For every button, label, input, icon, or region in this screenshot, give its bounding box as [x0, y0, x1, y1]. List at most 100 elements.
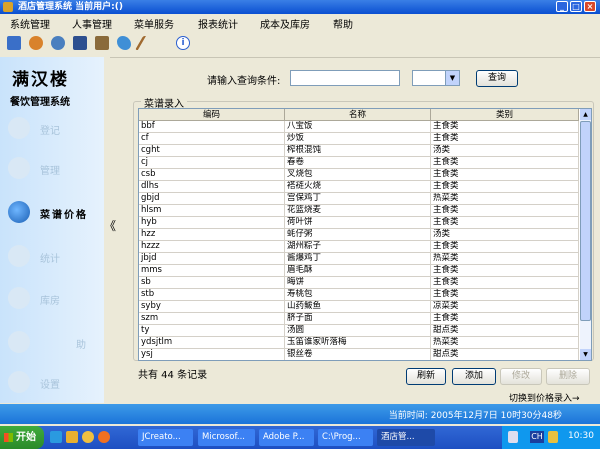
- table-row[interactable]: hzzz 湖州粽子 主食类: [139, 241, 579, 253]
- chevron-down-icon[interactable]: ▼: [445, 71, 459, 85]
- scroll-up-icon[interactable]: ▲: [580, 109, 591, 120]
- settings-icon: [8, 371, 30, 393]
- table-row[interactable]: cght 榨根混饨 汤类: [139, 145, 579, 157]
- table-row[interactable]: hyb 荷叶饼 主食类: [139, 217, 579, 229]
- task-adobe[interactable]: Adobe P...: [259, 429, 314, 446]
- minimize-button[interactable]: _: [556, 1, 568, 12]
- current-time: 当前时间: 2005年12月7日 10时30分48秒: [388, 411, 562, 421]
- edit-button[interactable]: 修改: [500, 368, 542, 385]
- dish-table[interactable]: 编码 名称 类别 bbf 八宝饭 主食类 cf 炒饭 主食类 cght 榨根混饨 汤类 cj 春卷主…: [138, 108, 592, 361]
- task-microsoft[interactable]: Microsof...: [198, 429, 255, 446]
- scroll-down-icon[interactable]: ▼: [580, 349, 591, 360]
- category-cell: 甜点类: [431, 349, 579, 360]
- vertical-scrollbar[interactable]: ▲ ▼: [580, 109, 591, 360]
- category-cell: 热菜类: [431, 253, 579, 264]
- table-row[interactable]: szm 脐子面 主食类: [139, 313, 579, 325]
- book-icon[interactable]: [73, 36, 87, 50]
- sidebar-item-menu-price[interactable]: 菜谱价格: [6, 199, 102, 225]
- warehouse-icon: [8, 287, 30, 309]
- table-row[interactable]: csb 叉烧包 主食类: [139, 169, 579, 181]
- app-icon: [3, 2, 13, 12]
- volume-icon[interactable]: [508, 431, 518, 443]
- category-select[interactable]: ▼: [412, 70, 460, 86]
- task-program-files[interactable]: C:\Prog...: [318, 429, 373, 446]
- cart-icon[interactable]: [95, 36, 109, 50]
- start-button[interactable]: 开始: [0, 426, 44, 449]
- sidebar-item-label: 统计: [40, 254, 60, 265]
- sidebar-item-label: 登记: [40, 126, 60, 137]
- table-row[interactable]: cj 春卷 主食类: [139, 157, 579, 169]
- task-hotel-manager[interactable]: 酒店管...: [377, 429, 435, 446]
- table-row[interactable]: mms 眉毛酥 主食类: [139, 265, 579, 277]
- table-row[interactable]: jbjd 酱爆鸡丁 热菜类: [139, 253, 579, 265]
- sidebar-item-stats[interactable]: 统计: [6, 243, 102, 269]
- sidebar-item-label: 菜谱价格: [40, 210, 88, 221]
- computer-icon[interactable]: [7, 36, 21, 50]
- code-cell: ty: [139, 325, 285, 336]
- sidebar-splitter[interactable]: 《: [104, 57, 116, 403]
- table-row[interactable]: bbf 八宝饭 主食类: [139, 121, 579, 133]
- table-row[interactable]: hlsm 花篮烧麦 主食类: [139, 205, 579, 217]
- query-button[interactable]: 查询: [476, 70, 518, 87]
- quicklaunch-folder-icon[interactable]: [66, 431, 78, 443]
- name-cell: 春卷: [285, 157, 431, 168]
- table-row[interactable]: ydsjtlm 玉笛谁家听落梅 热菜类: [139, 337, 579, 349]
- table-row[interactable]: gbjd 宫保鸡丁 热菜类: [139, 193, 579, 205]
- menu-reports[interactable]: 报表统计: [198, 16, 238, 31]
- table-row[interactable]: cf 炒饭 主食类: [139, 133, 579, 145]
- delete-button[interactable]: 删除: [546, 368, 590, 385]
- table-row[interactable]: sb 晦饼 主食类: [139, 277, 579, 289]
- status-bar: 当前时间: 2005年12月7日 10时30分48秒: [0, 404, 600, 424]
- name-cell: 银丝卷: [285, 349, 431, 360]
- sidebar-item-manage[interactable]: 管理: [6, 155, 102, 181]
- task-jcreator[interactable]: JCreato...: [138, 429, 193, 446]
- menu-dishes[interactable]: 菜单服务: [134, 16, 174, 31]
- table-row[interactable]: ysj 银丝卷 甜点类: [139, 349, 579, 360]
- people-icon[interactable]: [29, 36, 43, 50]
- collapse-arrow-icon[interactable]: 《: [104, 217, 116, 234]
- quicklaunch-browser-icon[interactable]: [98, 431, 110, 443]
- code-cell: jbjd: [139, 253, 285, 264]
- toolbar: i: [0, 31, 600, 58]
- column-header-name[interactable]: 名称: [285, 109, 431, 121]
- record-count: 共有 44 条记录: [138, 370, 208, 381]
- menu-system[interactable]: 系统管理: [10, 16, 50, 31]
- menu-help[interactable]: 帮助: [333, 16, 353, 31]
- scroll-thumb[interactable]: [580, 121, 591, 321]
- close-button[interactable]: ×: [584, 1, 596, 12]
- sidebar-item-warehouse[interactable]: 库房: [6, 285, 102, 311]
- category-cell: 主食类: [431, 217, 579, 228]
- search-input[interactable]: [290, 70, 400, 86]
- table-row[interactable]: dlhs 褡裢火烧 主食类: [139, 181, 579, 193]
- quicklaunch-ie-icon[interactable]: [50, 431, 62, 443]
- table-row[interactable]: stb 寿桃包 主食类: [139, 289, 579, 301]
- gear-icon[interactable]: [51, 36, 65, 50]
- column-header-code[interactable]: 编码: [139, 109, 285, 121]
- column-header-category[interactable]: 类别: [431, 109, 579, 121]
- table-row[interactable]: ty 汤圆 甜点类: [139, 325, 579, 337]
- fish-icon[interactable]: [117, 36, 131, 50]
- menu-cost-storage[interactable]: 成本及库房: [260, 16, 310, 31]
- maximize-button[interactable]: □: [570, 1, 582, 12]
- table-row[interactable]: hzz 蚝仔粥 汤类: [139, 229, 579, 241]
- code-cell: sb: [139, 277, 285, 288]
- keyboard-icon[interactable]: [548, 431, 558, 443]
- sidebar-item-settings[interactable]: 设置: [6, 369, 102, 395]
- category-cell: 主食类: [431, 277, 579, 288]
- menu-personnel[interactable]: 人事管理: [72, 16, 112, 31]
- sidebar-item-help[interactable]: 助: [6, 329, 102, 355]
- category-cell: 主食类: [431, 181, 579, 192]
- table-row[interactable]: syby 山药鲅鱼 凉菜类: [139, 301, 579, 313]
- menu-bar: 系统管理 人事管理 菜单服务 报表统计 成本及库房 帮助: [0, 14, 600, 31]
- sidebar-item-register[interactable]: 登记: [6, 115, 102, 141]
- pen-icon[interactable]: [134, 36, 151, 50]
- add-button[interactable]: 添加: [452, 368, 496, 385]
- refresh-button[interactable]: 刷新: [406, 368, 446, 385]
- info-icon[interactable]: i: [176, 36, 190, 50]
- ime-indicator[interactable]: CH: [530, 431, 544, 443]
- code-cell: cf: [139, 133, 285, 144]
- quicklaunch-app-icon[interactable]: [82, 431, 94, 443]
- switch-to-price-link[interactable]: 切换到价格录入→: [509, 391, 580, 404]
- manage-icon: [8, 157, 30, 179]
- code-cell: hlsm: [139, 205, 285, 216]
